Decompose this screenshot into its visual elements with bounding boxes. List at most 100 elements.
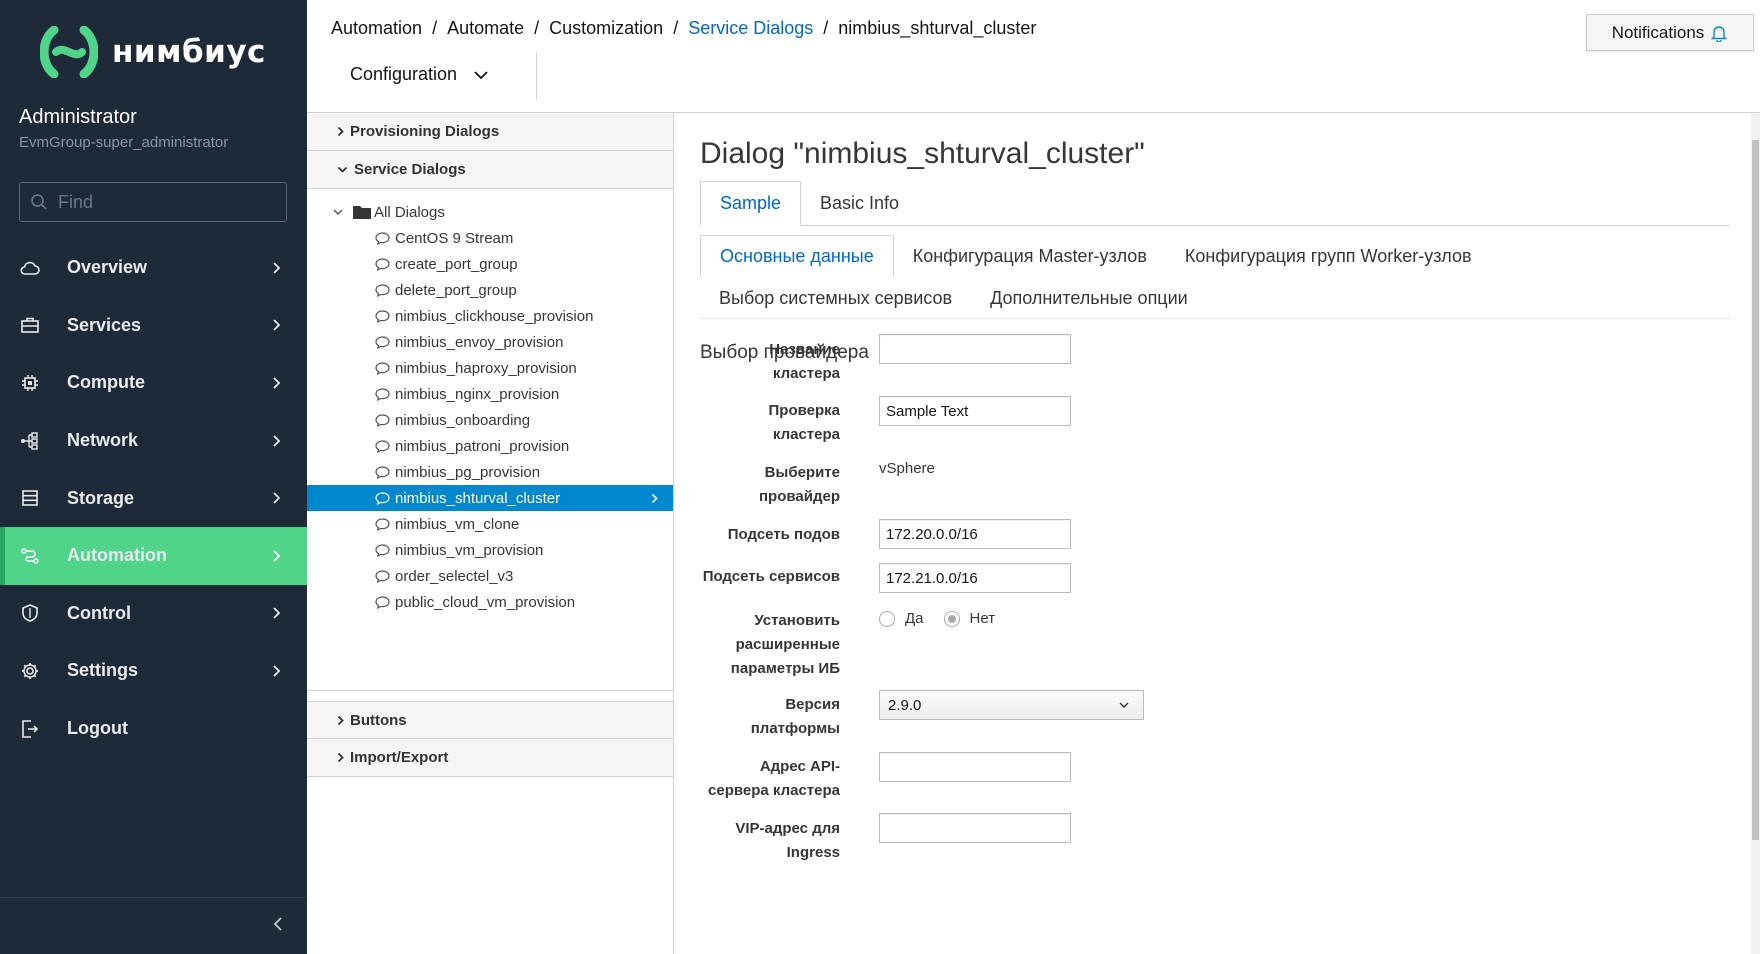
tree-item[interactable]: nimbius_nginx_provision [307,381,673,407]
nav-item-automation[interactable]: Automation [0,526,307,585]
comment-icon [375,309,390,323]
tree-item[interactable]: public_cloud_vm_provision [307,589,673,615]
cluster-check-input[interactable] [879,396,1071,426]
chevron-right-icon [337,126,344,137]
tree-item-label: order_selectel_v3 [395,567,514,585]
tree-item[interactable]: delete_port_group [307,277,673,303]
tab-basic-info[interactable]: Basic Info [801,181,918,226]
briefcase-icon [20,315,40,335]
breadcrumb-item[interactable]: Customization [549,18,663,39]
nav-item-network[interactable]: Network [0,412,307,470]
pod-subnet-input[interactable] [879,519,1071,549]
collapse-sidebar-icon[interactable] [273,916,283,932]
accordion-service-dialogs[interactable]: Service Dialogs [307,151,673,189]
tree-item[interactable]: create_port_group [307,251,673,277]
tree-item[interactable]: nimbius_envoy_provision [307,329,673,355]
tree-item[interactable]: nimbius_clickhouse_provision [307,303,673,329]
field-label-pod-subnet: Подсеть подов [727,526,840,543]
subtab-worker-config[interactable]: Конфигурация групп Worker-узлов [1166,235,1491,277]
security-radio-group: Да Нет [879,610,1015,627]
accordion-provisioning-dialogs[interactable]: Provisioning Dialogs [307,113,673,151]
tree-item[interactable]: nimbius_patroni_provision [307,433,673,459]
breadcrumb-item[interactable]: Automate [447,18,524,39]
tree-item[interactable]: nimbius_haproxy_provision [307,355,673,381]
subtab-main-data[interactable]: Основные данные [700,235,894,277]
chip-icon [20,373,40,393]
tree-item[interactable]: nimbius_shturval_cluster [307,485,673,511]
tree-item[interactable]: nimbius_pg_provision [307,459,673,485]
chevron-right-icon [273,550,281,562]
radio-yes[interactable] [879,610,895,627]
subtab-system-services[interactable]: Выбор системных сервисов [700,277,971,319]
accordion-label: Buttons [350,711,407,729]
scrollbar-thumb[interactable] [1752,140,1759,840]
configuration-dropdown[interactable]: Configuration [350,64,489,85]
explorer-panel: Provisioning Dialogs Service Dialogs All… [307,113,674,954]
api-address-input[interactable] [879,752,1071,782]
nav-item-services[interactable]: Services [0,297,307,355]
user-name[interactable]: Administrator [19,106,137,129]
tree-item-label: CentOS 9 Stream [395,229,514,247]
nimbius-logo-icon [40,26,98,78]
service-subnet-input[interactable] [879,563,1071,593]
field-label-api-address: Адрес API-сервера кластера [708,758,840,799]
comment-icon [375,231,390,245]
tree-item-label: nimbius_vm_clone [395,515,520,533]
notifications-button[interactable]: Notifications [1586,14,1754,51]
tree-item[interactable]: nimbius_vm_clone [307,511,673,537]
find-input[interactable] [58,191,278,213]
nav-item-compute[interactable]: Compute [0,354,307,412]
platform-version-value: 2.9.0 [888,696,922,714]
platform-version-select[interactable]: 2.9.0 [879,690,1144,720]
tree-item-label: nimbius_haproxy_provision [395,359,577,377]
breadcrumb-item[interactable]: Automation [331,18,422,39]
nav-item-settings[interactable]: Settings [0,642,307,700]
tree-item[interactable]: order_selectel_v3 [307,563,673,589]
sidebar: нимбиус Administrator EvmGroup-super_adm… [0,0,307,954]
field-label-provider: Выберите провайдер [759,464,840,505]
chevron-right-icon [273,377,281,389]
nav-item-storage[interactable]: Storage [0,469,307,527]
chevron-down-icon[interactable] [333,208,343,216]
tree-item-label: nimbius_pg_provision [395,463,541,481]
comment-icon [375,257,390,271]
bell-icon [1711,25,1728,42]
brand-name: нимбиус [112,34,266,70]
tree-item-label: nimbius_vm_provision [395,541,544,559]
cluster-name-input[interactable] [879,334,1071,364]
subtab-extra-options[interactable]: Дополнительные опции [971,277,1207,319]
find-box [19,182,287,222]
nav-item-overview[interactable]: Overview [0,239,307,297]
comment-icon [375,439,390,453]
tree-item[interactable]: nimbius_vm_provision [307,537,673,563]
chevron-right-icon [273,607,281,619]
accordion-buttons[interactable]: Buttons [307,701,673,739]
tab-sample[interactable]: Sample [700,181,802,226]
nav-label: Logout [67,718,128,739]
chevron-down-icon [474,70,488,79]
tree-root-all-dialogs[interactable]: All Dialogs [307,199,673,225]
subtab-master-config[interactable]: Конфигурация Master-узлов [894,235,1166,277]
logo[interactable]: нимбиус [40,26,266,78]
nav-label: Compute [67,372,145,393]
tree-item[interactable]: CentOS 9 Stream [307,225,673,251]
tree-item[interactable]: nimbius_onboarding [307,407,673,433]
vip-ingress-input[interactable] [879,813,1071,843]
breadcrumb-link[interactable]: Service Dialogs [688,18,813,39]
tree-item-label: nimbius_nginx_provision [395,385,560,403]
sidebar-footer [0,897,307,954]
accordion-import-export[interactable]: Import/Export [307,739,673,777]
tree-item-label: create_port_group [395,255,518,273]
nav-label: Storage [67,487,135,508]
main-scrollbar[interactable] [1751,113,1760,954]
logout-icon [20,719,40,739]
radio-no[interactable] [943,610,960,627]
comment-icon [375,335,390,349]
chevron-down-icon [337,166,348,173]
chevron-right-icon [337,715,344,725]
dialog-tree: All Dialogs CentOS 9 Stream create_port_g… [307,189,673,691]
user-group: EvmGroup-super_administrator [19,134,229,151]
nav-item-logout[interactable]: Logout [0,700,307,758]
breadcrumb-current: nimbius_shturval_cluster [838,18,1037,38]
nav-item-control[interactable]: Control [0,585,307,643]
